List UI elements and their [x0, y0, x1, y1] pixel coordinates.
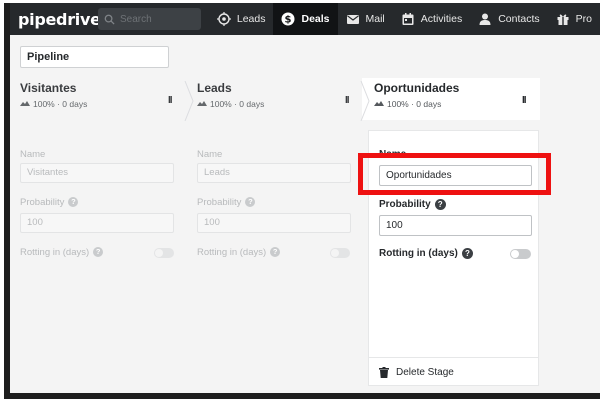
stage-title: Oportunidades	[374, 81, 460, 95]
stage-separator-icon	[184, 81, 194, 121]
rotting-toggle[interactable]	[330, 248, 350, 258]
stage-title: Visitantes	[20, 81, 77, 95]
stage-header-oportunidades[interactable]: Oportunidades 100% · 0 days II	[374, 81, 534, 121]
stage-separator-icon	[360, 81, 370, 121]
probability-input[interactable]: 100	[197, 213, 351, 233]
probability-input[interactable]: 100	[20, 213, 174, 233]
search-placeholder: Search	[120, 13, 152, 25]
nav-label: Activities	[420, 13, 463, 25]
stage-meta: 100% · 0 days	[20, 99, 180, 109]
stage-header-visitantes[interactable]: Visitantes 100% · 0 days II	[20, 81, 180, 121]
help-icon[interactable]: ?	[461, 248, 473, 259]
app-frame: pipedrive Search Leads $ Deals Mail Acti…	[4, 3, 600, 399]
probability-label: Probability?	[379, 199, 446, 210]
stage-name-input[interactable]: Leads	[197, 163, 351, 183]
help-icon[interactable]: ?	[434, 199, 446, 210]
stage-meta-text: 100% · 0 days	[387, 99, 442, 109]
delete-stage-label: Delete Stage	[396, 366, 454, 378]
calendar-icon	[402, 13, 414, 25]
weight-icon	[374, 101, 384, 106]
trash-icon	[379, 366, 389, 378]
probability-label: Probability?	[197, 197, 256, 208]
stage-meta: 100% · 0 days	[374, 99, 534, 109]
weight-icon	[197, 101, 207, 106]
drag-handle-icon[interactable]: II	[345, 95, 349, 106]
help-icon[interactable]: ?	[270, 247, 281, 258]
drag-handle-icon[interactable]: II	[522, 95, 526, 106]
nav-item-deals[interactable]: $ Deals	[273, 3, 338, 35]
stage-meta-text: 100% · 0 days	[210, 99, 265, 109]
probability-input[interactable]: 100	[379, 215, 532, 236]
rotting-label: Rotting in (days)?	[20, 247, 104, 258]
person-icon	[479, 13, 491, 25]
name-label: Name	[20, 149, 46, 160]
nav-item-contacts[interactable]: Contacts	[470, 3, 547, 35]
drag-handle-icon[interactable]: II	[168, 95, 172, 106]
rotting-label: Rotting in (days)?	[197, 247, 281, 258]
nav-item-leads[interactable]: Leads	[209, 3, 274, 35]
stage-meta: 100% · 0 days	[197, 99, 357, 109]
search-icon	[104, 14, 115, 25]
svg-text:$: $	[285, 15, 292, 26]
highlight-box	[358, 153, 551, 195]
help-icon[interactable]: ?	[245, 197, 256, 208]
nav-label: Mail	[365, 13, 385, 25]
dollar-icon: $	[281, 12, 295, 26]
nav-item-products[interactable]: Pro	[548, 3, 600, 35]
pipeline-name-field[interactable]: Pipeline	[20, 46, 169, 68]
rotting-label: Rotting in (days)?	[379, 248, 473, 259]
search-input[interactable]: Search	[98, 8, 201, 30]
top-navigation-bar: pipedrive Search Leads $ Deals Mail Acti…	[10, 3, 600, 35]
help-icon[interactable]: ?	[93, 247, 104, 258]
nav-label: Pro	[575, 13, 592, 25]
gift-icon	[557, 14, 569, 25]
rotting-toggle[interactable]	[154, 248, 174, 258]
delete-stage-button[interactable]: Delete Stage	[369, 357, 538, 386]
help-icon[interactable]: ?	[68, 197, 79, 208]
stage-name-input[interactable]: Visitantes	[20, 163, 174, 183]
stage-header-leads[interactable]: Leads 100% · 0 days II	[197, 81, 357, 121]
app-logo[interactable]: pipedrive	[10, 10, 101, 29]
nav-item-activities[interactable]: Activities	[393, 3, 470, 35]
stage-meta-text: 100% · 0 days	[33, 99, 88, 109]
name-label: Name	[197, 149, 223, 160]
probability-label: Probability?	[20, 197, 79, 208]
rotting-toggle[interactable]	[510, 249, 531, 259]
nav-item-mail[interactable]: Mail	[338, 3, 393, 35]
nav-label: Deals	[301, 13, 330, 25]
target-icon	[216, 12, 231, 26]
mail-icon	[346, 15, 359, 24]
stage-title: Leads	[197, 81, 232, 95]
weight-icon	[20, 101, 30, 106]
nav-label: Contacts	[498, 13, 540, 25]
nav-label: Leads	[236, 13, 266, 25]
